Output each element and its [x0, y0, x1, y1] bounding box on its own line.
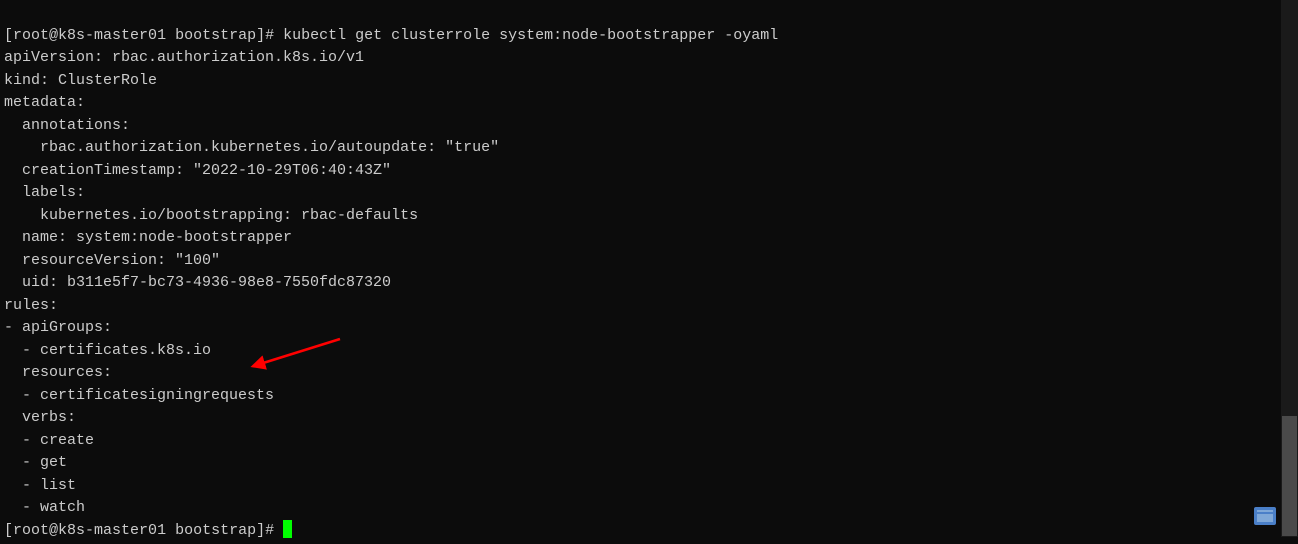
command-text: kubectl get clusterrole system:node-boot…: [283, 27, 778, 44]
show-desktop-icon[interactable]: [1254, 507, 1276, 525]
yaml-autoupdate: rbac.authorization.kubernetes.io/autoupd…: [4, 139, 499, 156]
yaml-create: - create: [4, 432, 94, 449]
cursor-icon: [283, 520, 292, 538]
yaml-certificates: - certificates.k8s.io: [4, 342, 211, 359]
yaml-labels: labels:: [4, 184, 85, 201]
yaml-name: name: system:node-bootstrapper: [4, 229, 292, 246]
prompt-line-2: [root@k8s-master01 bootstrap]#: [4, 522, 292, 539]
prompt-line-1: [root@k8s-master01 bootstrap]# kubectl g…: [4, 27, 778, 44]
yaml-rules: rules:: [4, 297, 58, 314]
yaml-bootstrapping: kubernetes.io/bootstrapping: rbac-defaul…: [4, 207, 418, 224]
scrollbar-track[interactable]: [1281, 0, 1298, 537]
scrollbar-thumb[interactable]: [1282, 416, 1297, 536]
yaml-metadata: metadata:: [4, 94, 85, 111]
yaml-resourceversion: resourceVersion: "100": [4, 252, 220, 269]
yaml-list: - list: [4, 477, 76, 494]
yaml-watch: - watch: [4, 499, 85, 516]
yaml-uid: uid: b311e5f7-bc73-4936-98e8-7550fdc8732…: [4, 274, 391, 291]
yaml-apiversion: apiVersion: rbac.authorization.k8s.io/v1: [4, 49, 364, 66]
terminal-output[interactable]: [root@k8s-master01 bootstrap]# kubectl g…: [0, 0, 1298, 544]
yaml-resources: resources:: [4, 364, 112, 381]
yaml-verbs: verbs:: [4, 409, 76, 426]
yaml-annotations: annotations:: [4, 117, 130, 134]
yaml-creationtimestamp: creationTimestamp: "2022-10-29T06:40:43Z…: [4, 162, 391, 179]
yaml-get: - get: [4, 454, 67, 471]
yaml-csr: - certificatesigningrequests: [4, 387, 274, 404]
yaml-kind: kind: ClusterRole: [4, 72, 157, 89]
yaml-apigroups: - apiGroups:: [4, 319, 112, 336]
